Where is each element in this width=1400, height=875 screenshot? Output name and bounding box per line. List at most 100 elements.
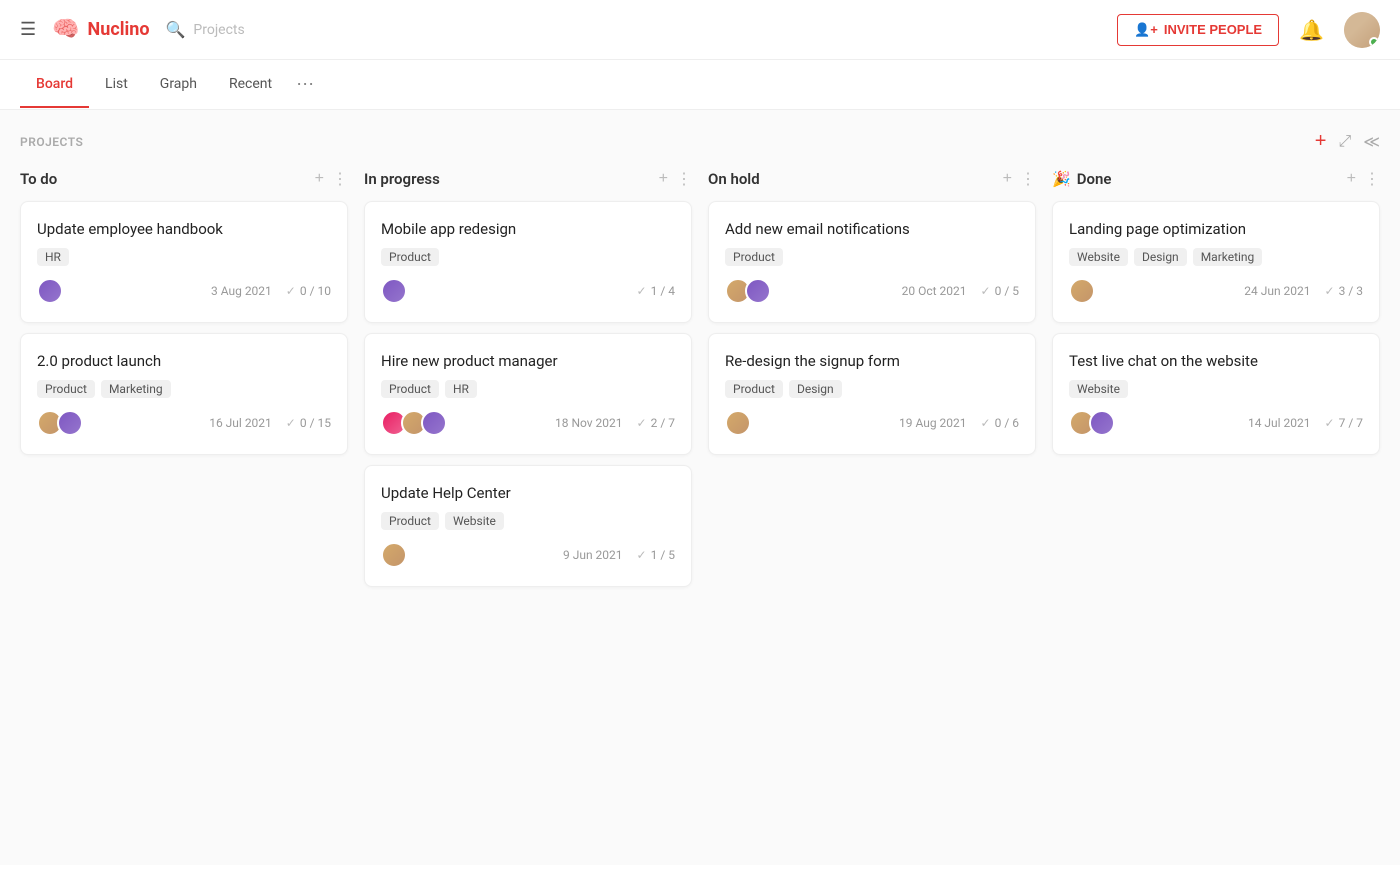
search-area[interactable]: 🔍 Projects bbox=[165, 20, 244, 39]
card[interactable]: Hire new product managerProductHR18 Nov … bbox=[364, 333, 692, 455]
column-more-button[interactable]: ⋮ bbox=[332, 169, 348, 189]
invite-people-button[interactable]: 👤+ INVITE PEOPLE bbox=[1117, 14, 1279, 46]
column-add-button[interactable]: + bbox=[1003, 170, 1012, 188]
card-tag: Website bbox=[1069, 248, 1128, 266]
logo[interactable]: 🧠 Nuclino bbox=[52, 17, 149, 42]
card-meta: 20 Oct 2021 ✓0 / 5 bbox=[902, 284, 1019, 298]
column-actions: +⋮ bbox=[315, 169, 348, 189]
card-footer: 20 Oct 2021 ✓0 / 5 bbox=[725, 278, 1019, 304]
expand-button[interactable]: ⤢ bbox=[1338, 133, 1351, 151]
card-meta: 9 Jun 2021✓1 / 5 bbox=[563, 548, 675, 562]
card-footer: 9 Jun 2021✓1 / 5 bbox=[381, 542, 675, 568]
card-title: Update employee handbook bbox=[37, 220, 331, 238]
check-value: 0 / 10 bbox=[300, 284, 331, 298]
card-tag: Marketing bbox=[101, 380, 171, 398]
card-tag: HR bbox=[445, 380, 477, 398]
column-more-button[interactable]: ⋮ bbox=[1364, 169, 1380, 189]
board-header: PROJECTS + ⤢ ≪ bbox=[20, 130, 1380, 153]
check-value: 1 / 5 bbox=[651, 548, 675, 562]
column-title-text: To do bbox=[20, 170, 57, 188]
tab-board[interactable]: Board bbox=[20, 62, 89, 108]
card[interactable]: Add new email notificationsProduct20 Oct… bbox=[708, 201, 1036, 323]
column-more-button[interactable]: ⋮ bbox=[676, 169, 692, 189]
column-title: On hold bbox=[708, 170, 760, 188]
card-title: Test live chat on the website bbox=[1069, 352, 1363, 370]
column-more-button[interactable]: ⋮ bbox=[1020, 169, 1036, 189]
column-to-do: To do+⋮Update employee handbookHR3 Aug 2… bbox=[20, 169, 348, 597]
card-check: ✓7 / 7 bbox=[1325, 416, 1363, 430]
card-date: 3 Aug 2021 bbox=[211, 284, 272, 298]
card[interactable]: Mobile app redesignProduct✓1 / 4 bbox=[364, 201, 692, 323]
card-date: 20 Oct 2021 bbox=[902, 284, 967, 298]
search-placeholder: Projects bbox=[193, 22, 244, 38]
tab-bar: Board List Graph Recent ⋯ bbox=[0, 60, 1400, 110]
header: ☰ 🧠 Nuclino 🔍 Projects 👤+ INVITE PEOPLE … bbox=[0, 0, 1400, 60]
card-avatars bbox=[1069, 278, 1095, 304]
logo-brain-icon: 🧠 bbox=[52, 17, 79, 42]
card-tags: ProductWebsite bbox=[381, 512, 675, 530]
card-footer: 19 Aug 2021 ✓0 / 6 bbox=[725, 410, 1019, 436]
column-title: In progress bbox=[364, 170, 440, 188]
column-header: On hold+⋮ bbox=[708, 169, 1036, 189]
card-check: ✓0 / 6 bbox=[981, 416, 1019, 430]
card-tag: Product bbox=[381, 380, 439, 398]
column-add-button[interactable]: + bbox=[1347, 170, 1356, 188]
column-in-progress: In progress+⋮Mobile app redesignProduct✓… bbox=[364, 169, 692, 597]
board-actions: + ⤢ ≪ bbox=[1315, 130, 1380, 153]
card-tags: Product HR bbox=[381, 380, 675, 398]
card[interactable]: 2.0 product launchProductMarketing16 Jul… bbox=[20, 333, 348, 455]
column-title: 🎉 Done bbox=[1052, 170, 1111, 188]
add-column-button[interactable]: + bbox=[1315, 130, 1327, 153]
card[interactable]: Update Help CenterProductWebsite9 Jun 20… bbox=[364, 465, 692, 587]
menu-icon[interactable]: ☰ bbox=[20, 19, 36, 40]
card-tag: Design bbox=[789, 380, 842, 398]
card-tags: ProductMarketing bbox=[37, 380, 331, 398]
user-avatar[interactable] bbox=[1344, 12, 1380, 48]
card-title: 2.0 product launch bbox=[37, 352, 331, 370]
card-avatars bbox=[725, 410, 751, 436]
card-date: 14 Jul 2021 bbox=[1248, 416, 1311, 430]
check-value: 0 / 15 bbox=[300, 416, 331, 430]
tab-graph[interactable]: Graph bbox=[144, 62, 213, 108]
header-right: 👤+ INVITE PEOPLE 🔔 bbox=[1117, 12, 1380, 48]
column-on-hold: On hold+⋮Add new email notificationsProd… bbox=[708, 169, 1036, 597]
avatar-face bbox=[1091, 412, 1113, 434]
card[interactable]: Update employee handbookHR3 Aug 2021✓0 /… bbox=[20, 201, 348, 323]
card-footer: 3 Aug 2021✓0 / 10 bbox=[37, 278, 331, 304]
column-actions: +⋮ bbox=[1003, 169, 1036, 189]
card[interactable]: Re-design the signup formProductDesign19… bbox=[708, 333, 1036, 455]
collapse-button[interactable]: ≪ bbox=[1363, 132, 1380, 152]
card-date: 18 Nov 2021 bbox=[555, 416, 623, 430]
tabs-more-icon[interactable]: ⋯ bbox=[288, 60, 322, 109]
avatar-face bbox=[39, 280, 61, 302]
check-icon: ✓ bbox=[637, 416, 647, 430]
column-title-text: Done bbox=[1077, 170, 1112, 188]
tab-recent[interactable]: Recent bbox=[213, 62, 288, 108]
card-avatars bbox=[381, 278, 407, 304]
card-avatar bbox=[381, 278, 407, 304]
column-add-button[interactable]: + bbox=[315, 170, 324, 188]
card-footer: 18 Nov 2021✓2 / 7 bbox=[381, 410, 675, 436]
card-tags: Product bbox=[381, 248, 675, 266]
card-date: 19 Aug 2021 bbox=[899, 416, 967, 430]
check-icon: ✓ bbox=[637, 284, 647, 298]
check-icon: ✓ bbox=[637, 548, 647, 562]
column-icon: 🎉 bbox=[1052, 170, 1071, 188]
card-title: Update Help Center bbox=[381, 484, 675, 502]
card-avatar bbox=[1089, 410, 1115, 436]
tab-list[interactable]: List bbox=[89, 62, 144, 108]
column-add-button[interactable]: + bbox=[659, 170, 668, 188]
check-value: 7 / 7 bbox=[1339, 416, 1363, 430]
invite-btn-label: INVITE PEOPLE bbox=[1164, 22, 1262, 37]
notification-bell-icon[interactable]: 🔔 bbox=[1299, 18, 1324, 42]
card-check: ✓0 / 5 bbox=[981, 284, 1019, 298]
card-footer: 14 Jul 2021 ✓7 / 7 bbox=[1069, 410, 1363, 436]
avatar-face bbox=[1071, 280, 1093, 302]
card-avatars bbox=[37, 410, 83, 436]
column-title: To do bbox=[20, 170, 57, 188]
card[interactable]: Landing page optimizationWebsiteDesignMa… bbox=[1052, 201, 1380, 323]
card-avatar bbox=[57, 410, 83, 436]
check-icon: ✓ bbox=[286, 416, 296, 430]
card-meta: 14 Jul 2021 ✓7 / 7 bbox=[1248, 416, 1363, 430]
card[interactable]: Test live chat on the websiteWebsite14 J… bbox=[1052, 333, 1380, 455]
